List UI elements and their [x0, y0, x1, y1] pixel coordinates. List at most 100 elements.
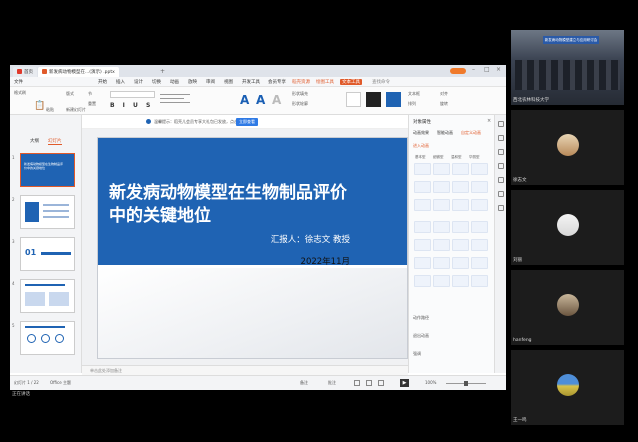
- menu-drawing-tools[interactable]: 绘图工具: [316, 79, 334, 85]
- animation-icon[interactable]: [498, 163, 504, 169]
- menu-design[interactable]: 设计: [134, 79, 143, 85]
- participant-tile-1[interactable]: 新发病动物模型建立与应用研讨会 西北农林科技大学: [511, 30, 624, 105]
- pane-section-path[interactable]: 动作路径: [413, 315, 429, 321]
- participant-tile-5[interactable]: 王一鸣: [511, 350, 624, 425]
- pane-close-icon[interactable]: ×: [487, 118, 491, 124]
- anim-preset[interactable]: [414, 221, 431, 233]
- anim-preset[interactable]: [433, 275, 450, 287]
- outline-tab[interactable]: 大纲: [30, 138, 39, 144]
- participant-tile-4[interactable]: hanfeng: [511, 270, 624, 345]
- pane-section-emphasis[interactable]: 强调: [413, 351, 421, 357]
- anim-preset[interactable]: [433, 199, 450, 211]
- tab-home[interactable]: 首页: [13, 67, 37, 77]
- zoom-slider-thumb[interactable]: [464, 381, 468, 386]
- pane-section-entrance[interactable]: 进入动画: [413, 143, 429, 149]
- reading-view-icon[interactable]: [378, 380, 384, 386]
- shape-style-2[interactable]: [366, 92, 381, 107]
- anim-preset[interactable]: [414, 163, 431, 175]
- anim-preset[interactable]: [414, 239, 431, 251]
- paragraph-group[interactable]: [160, 91, 200, 111]
- paste-icon[interactable]: 📋: [34, 101, 45, 111]
- tab-document[interactable]: 新发病动物模型在...(演示) .pptx: [38, 67, 119, 77]
- arrange-button[interactable]: 排列: [408, 101, 416, 107]
- more-icon[interactable]: [498, 205, 504, 211]
- share-icon[interactable]: [498, 191, 504, 197]
- new-tab-button[interactable]: +: [160, 68, 165, 75]
- thumbnail-slide-2[interactable]: [20, 195, 75, 229]
- slide-date[interactable]: 2022年11月: [301, 255, 350, 267]
- menu-developer[interactable]: 开发工具: [242, 79, 260, 85]
- menu-member[interactable]: 会员专享: [268, 79, 286, 85]
- anim-preset[interactable]: [433, 221, 450, 233]
- rotate-button[interactable]: 旋转: [440, 101, 448, 107]
- format-painter-button[interactable]: 格式刷: [14, 90, 26, 96]
- shape-icon[interactable]: [498, 135, 504, 141]
- anim-preset[interactable]: [471, 181, 488, 193]
- text-box-button[interactable]: 文本框: [408, 91, 420, 97]
- close-icon[interactable]: ×: [496, 66, 501, 73]
- shape-outline-button[interactable]: 形状轮廓: [292, 101, 308, 107]
- anim-preset[interactable]: [471, 221, 488, 233]
- anim-preset[interactable]: [471, 163, 488, 175]
- notice-button[interactable]: 立即查看: [236, 118, 258, 126]
- anim-preset[interactable]: [471, 199, 488, 211]
- anim-preset[interactable]: [452, 221, 469, 233]
- settings-icon[interactable]: [498, 177, 504, 183]
- shape-style-1[interactable]: [346, 92, 361, 107]
- slides-tab[interactable]: 幻灯片: [48, 138, 62, 145]
- maximize-icon[interactable]: □: [484, 66, 490, 73]
- notes-pane[interactable]: 单击此处添加备注: [82, 365, 408, 375]
- shape-fill-button[interactable]: 形状填充: [292, 91, 308, 97]
- member-badge[interactable]: [450, 68, 466, 74]
- slide-title[interactable]: 新发病动物模型在生物制品评价 中的关键地位: [109, 182, 369, 228]
- text-style-2[interactable]: A: [256, 93, 265, 107]
- menu-transitions[interactable]: 切换: [152, 79, 161, 85]
- menu-insert[interactable]: 插入: [116, 79, 125, 85]
- style-icon[interactable]: [498, 149, 504, 155]
- menu-slideshow[interactable]: 放映: [188, 79, 197, 85]
- anim-preset[interactable]: [471, 275, 488, 287]
- thumbnail-slide-1[interactable]: 新发病动物模型在生物制品评价中的关键地位: [20, 153, 75, 187]
- anim-preset[interactable]: [471, 257, 488, 269]
- text-style-1[interactable]: A: [240, 93, 249, 107]
- menu-text-tools[interactable]: 文本工具: [340, 79, 362, 85]
- menu-docer[interactable]: 稻壳资源: [292, 79, 310, 85]
- menu-search[interactable]: 查找命令: [372, 79, 390, 85]
- anim-preset[interactable]: [433, 257, 450, 269]
- anim-preset[interactable]: [414, 199, 431, 211]
- normal-view-icon[interactable]: [354, 380, 360, 386]
- menu-file[interactable]: 文件: [14, 79, 23, 85]
- anim-preset[interactable]: [433, 239, 450, 251]
- zoom-value[interactable]: 100%: [425, 380, 436, 385]
- font-format-buttons[interactable]: B I U S: [110, 102, 153, 109]
- paste-button[interactable]: 粘贴: [46, 107, 54, 113]
- play-slideshow-icon[interactable]: ▶: [400, 379, 409, 387]
- anim-preset[interactable]: [433, 163, 450, 175]
- anim-preset[interactable]: [471, 239, 488, 251]
- anim-preset[interactable]: [414, 275, 431, 287]
- thumbnail-slide-3[interactable]: 01: [20, 237, 75, 271]
- comment-toggle[interactable]: 批注: [328, 380, 336, 386]
- anim-preset[interactable]: [433, 181, 450, 193]
- layout-button[interactable]: 版式: [66, 91, 74, 97]
- sorter-view-icon[interactable]: [366, 380, 372, 386]
- pointer-icon[interactable]: [498, 121, 504, 127]
- minimize-icon[interactable]: –: [472, 66, 475, 73]
- participant-tile-2[interactable]: 徐志文: [511, 110, 624, 185]
- anim-preset[interactable]: [452, 163, 469, 175]
- slide-reporter[interactable]: 汇报人：徐志文 教授: [271, 233, 350, 245]
- anim-preset[interactable]: [452, 275, 469, 287]
- pane-section-exit[interactable]: 退出动画: [413, 333, 429, 339]
- anim-preset[interactable]: [452, 239, 469, 251]
- text-style-3[interactable]: A: [272, 93, 281, 107]
- menu-animation[interactable]: 动画: [170, 79, 179, 85]
- section-button[interactable]: 节: [88, 91, 92, 97]
- thumbnail-slide-5[interactable]: [20, 321, 75, 355]
- thumbnail-slide-4[interactable]: [20, 279, 75, 313]
- participant-tile-3[interactable]: 刘丽: [511, 190, 624, 265]
- reset-button[interactable]: 重置: [88, 101, 96, 107]
- anim-preset[interactable]: [452, 181, 469, 193]
- notes-toggle[interactable]: 备注: [300, 380, 308, 386]
- font-name-select[interactable]: [110, 91, 155, 98]
- menu-review[interactable]: 审阅: [206, 79, 215, 85]
